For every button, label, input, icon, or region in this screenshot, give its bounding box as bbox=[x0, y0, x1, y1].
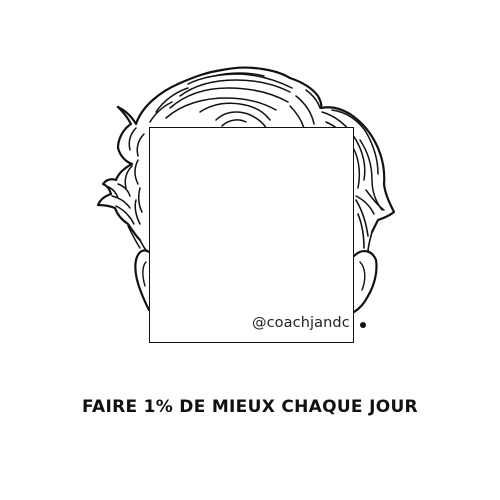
tagline: FAIRE 1% DE MIEUX CHAQUE JOUR bbox=[82, 397, 418, 417]
face-frame bbox=[149, 127, 354, 343]
dot-icon bbox=[360, 322, 366, 328]
instagram-handle[interactable]: @coachjandc bbox=[252, 315, 350, 331]
